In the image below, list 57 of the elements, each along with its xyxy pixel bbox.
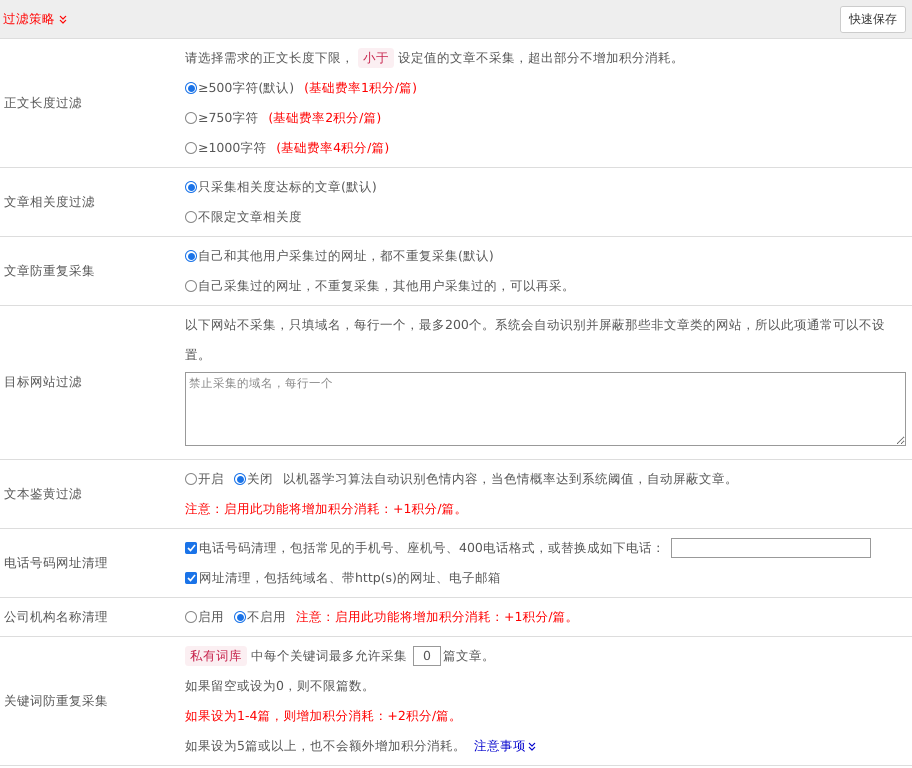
row-label: 电话号码网址清理 (4, 554, 108, 572)
warning-text: (基础费率4积分/篇) (276, 139, 390, 157)
radio-button[interactable] (185, 142, 197, 154)
row-label: 文章相关度过滤 (4, 194, 95, 210)
save-button[interactable]: 快速保存 (840, 6, 906, 32)
row-label: 正文长度过滤 (4, 94, 82, 112)
keyword-tag: 私有词库 (185, 646, 247, 666)
radio-button[interactable] (185, 112, 197, 124)
input-field[interactable]: 0 (413, 646, 441, 666)
option-label[interactable]: 只采集相关度达标的文章(默认) (198, 172, 377, 202)
domain-textarea[interactable]: 禁止采集的域名，每行一个 (185, 372, 906, 446)
option-label[interactable]: 关闭 (247, 464, 273, 494)
description-text: 如果设为5篇或以上，也不会额外增加积分消耗。 (185, 737, 466, 755)
warning-text: 注意：启用此功能将增加积分消耗：+1积分/篇。 (296, 608, 579, 626)
warning-text: 如果设为1-4篇，则增加积分消耗：+2积分/篇。 (185, 707, 462, 725)
description-text: 以下网站不采集，只填域名，每行一个，最多200个。系统会自动识别并屏蔽那些非文章类的网站，所以此项通常可以不设置。 (185, 316, 886, 364)
description-text: 网址清理，包括纯域名、带http(s)的网址、电子邮箱 (199, 569, 501, 587)
description-text: 篇文章。 (443, 647, 495, 665)
option-label[interactable]: ≥750字符 (198, 103, 258, 133)
option-label[interactable]: ≥1000字符 (198, 133, 266, 163)
checkbox[interactable] (185, 542, 197, 554)
radio-button[interactable] (185, 250, 197, 262)
warning-text: (基础费率1积分/篇) (304, 79, 418, 97)
option-label[interactable]: ≥500字符(默认) (198, 73, 294, 103)
option-label[interactable]: 不限定文章相关度 (198, 202, 302, 232)
option-label[interactable]: 启用 (198, 602, 224, 632)
input-field[interactable] (670, 538, 871, 558)
row-label: 公司机构名称清理 (4, 608, 108, 626)
warning-text: 注意：启用此功能将增加积分消耗：+1积分/篇。 (185, 500, 468, 518)
notes-link[interactable]: 注意事项 (474, 731, 536, 761)
option-label[interactable]: 开启 (198, 464, 224, 494)
radio-button[interactable] (185, 280, 197, 292)
description-text: 中每个关键词最多允许采集 (251, 647, 407, 665)
description-text: 请选择需求的正文长度下限， (185, 49, 354, 67)
radio-button[interactable] (185, 211, 197, 223)
radio-button[interactable] (185, 473, 197, 485)
radio-button[interactable] (234, 611, 246, 623)
checkbox[interactable] (185, 572, 197, 584)
option-label[interactable]: 自己和其他用户采集过的网址，都不重复采集(默认) (198, 241, 494, 271)
row-label: 关键词防重复采集 (4, 692, 108, 710)
option-label[interactable]: 自己采集过的网址，不重复采集，其他用户采集过的，可以再采。 (198, 271, 575, 301)
keyword-tag: 小于 (358, 48, 394, 68)
description-text: 以机器学习算法自动识别色情内容，当色情概率达到系统阈值，自动屏蔽文章。 (283, 470, 738, 488)
row-label: 文章防重复采集 (4, 262, 95, 280)
double-chevron-icon (528, 742, 536, 750)
radio-button[interactable] (185, 181, 197, 193)
radio-button[interactable] (185, 82, 197, 94)
row-label: 文本鉴黄过滤 (4, 486, 82, 502)
warning-text: (基础费率2积分/篇) (268, 109, 382, 127)
option-label[interactable]: 不启用 (247, 602, 286, 632)
description-text: 电话号码清理，包括常见的手机号、座机号、400电话格式，或替换成如下电话： (199, 539, 665, 557)
double-chevron-icon (59, 14, 67, 24)
row-label: 目标网站过滤 (4, 374, 82, 391)
radio-button[interactable] (185, 611, 197, 623)
description-text: 如果留空或设为0，则不限篇数。 (185, 677, 375, 695)
radio-button[interactable] (234, 473, 246, 485)
description-text: 设定值的文章不采集，超出部分不增加积分消耗。 (398, 49, 684, 67)
